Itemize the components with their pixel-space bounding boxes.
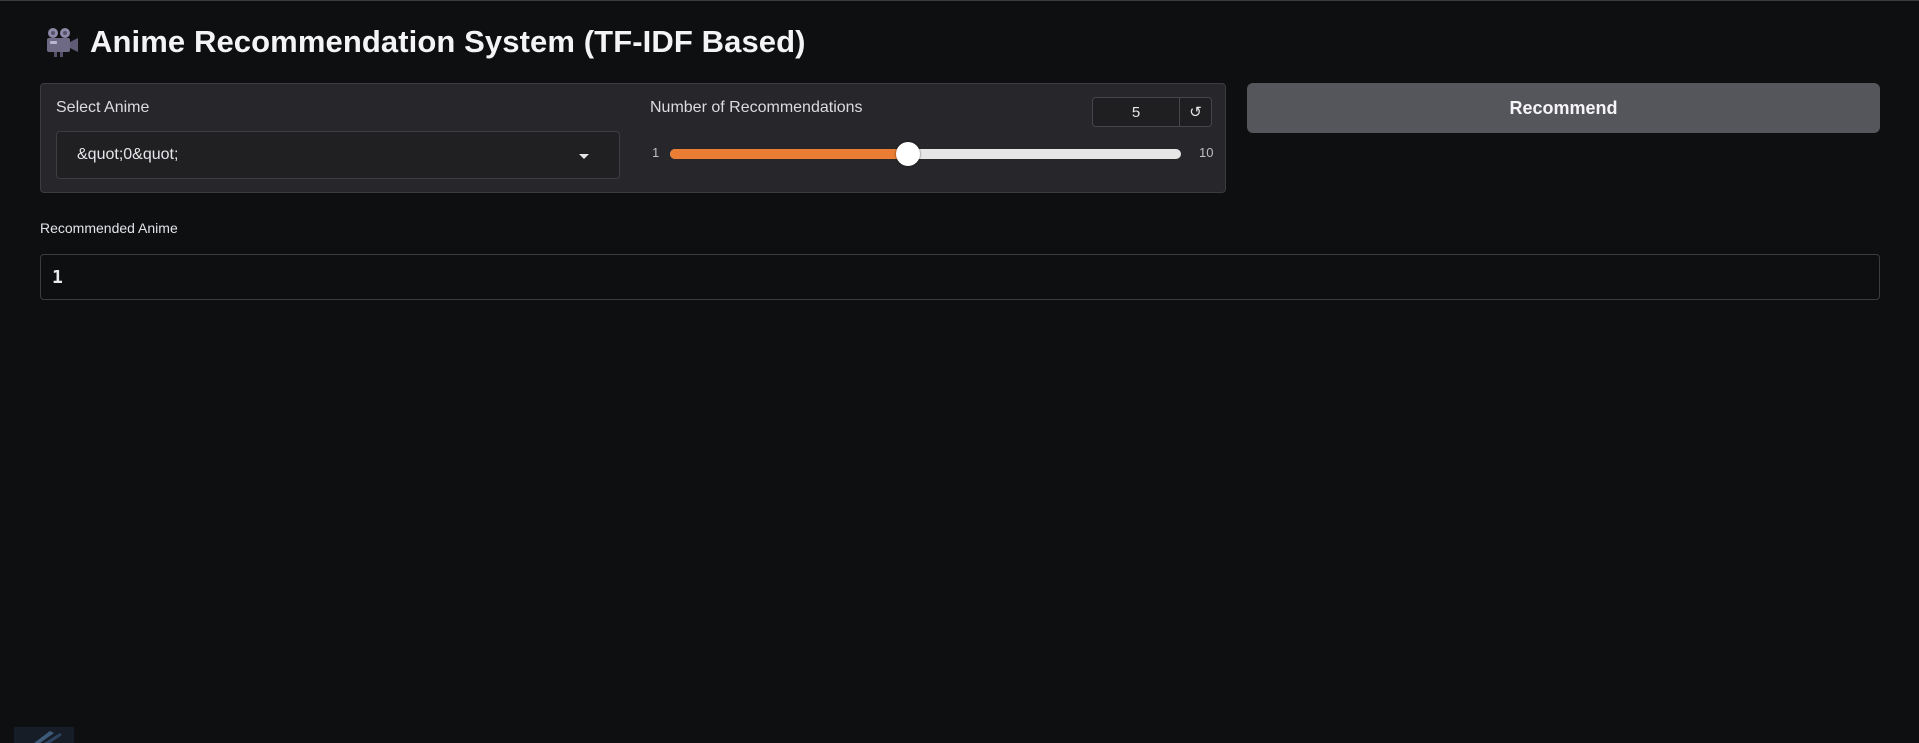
recommendations-slider[interactable] (670, 142, 1181, 166)
recommended-anime-value: 1 (52, 266, 63, 288)
chevron-down-icon (579, 154, 589, 159)
recommendations-number-input[interactable] (1093, 98, 1179, 126)
recommendations-number: ↺ (1092, 97, 1212, 127)
anime-dropdown-value: &quot;0&quot; (77, 146, 179, 163)
select-anime-label: Select Anime (56, 99, 150, 116)
page-title-text: Anime Recommendation System (TF-IDF Base… (90, 24, 806, 59)
recommend-button[interactable]: Recommend (1247, 83, 1880, 133)
movie-camera-icon (47, 28, 78, 57)
slider-min-label: 1 (652, 145, 660, 160)
input-panel: Select Anime &quot;0&quot; Number of Rec… (40, 83, 1226, 193)
top-border (0, 0, 1919, 1)
slider-thumb[interactable] (896, 142, 920, 166)
recommended-anime-label: Recommended Anime (40, 220, 178, 236)
slider-max-label: 10 (1199, 145, 1214, 160)
slider-fill (670, 149, 908, 159)
reset-icon[interactable]: ↺ (1179, 98, 1211, 126)
anime-dropdown[interactable]: &quot;0&quot; (56, 131, 620, 179)
recommendations-label: Number of Recommendations (650, 99, 863, 116)
corner-logo-icon (14, 727, 74, 743)
page-title: Anime Recommendation System (TF-IDF Base… (44, 20, 806, 64)
recommended-anime-output[interactable]: 1 (40, 254, 1880, 300)
